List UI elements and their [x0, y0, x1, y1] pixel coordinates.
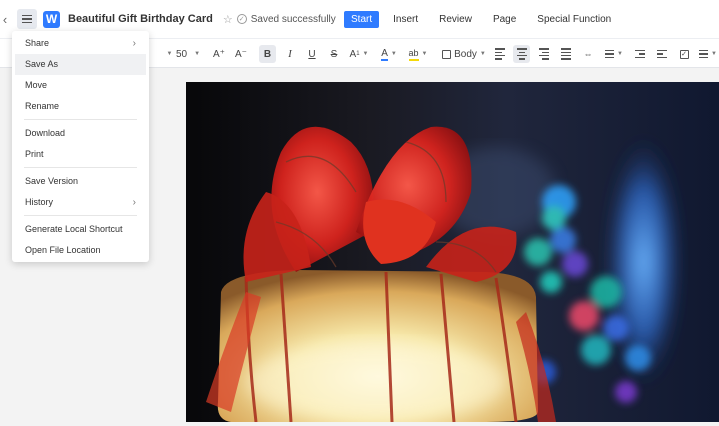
align-center-button[interactable]: [513, 45, 530, 63]
font-color-button[interactable]: A ▼: [378, 45, 400, 63]
highlight-icon: ab: [408, 48, 419, 61]
underline-button[interactable]: U: [304, 45, 320, 63]
chevron-down-icon: ▼: [390, 51, 397, 57]
ribbon-tabs: Start Insert Review Page Special Functio…: [344, 11, 625, 28]
menu-item-save-version[interactable]: Save Version: [12, 171, 149, 192]
hamburger-icon: [22, 14, 32, 17]
justify-icon: [561, 48, 571, 60]
line-spacing-icon: [605, 50, 615, 58]
superscript-button[interactable]: A 1 ▼: [348, 45, 370, 63]
align-center-icon: [516, 48, 527, 60]
font-family-dropdown[interactable]: ▼: [163, 45, 173, 63]
menu-item-label: Rename: [25, 101, 60, 111]
menu-item-label: Save As: [25, 59, 59, 69]
chevron-down-icon: ▼: [194, 51, 201, 57]
tab-special-function[interactable]: Special Function: [530, 11, 618, 28]
back-icon[interactable]: ‹: [0, 12, 10, 27]
bullet-list-button[interactable]: ▼: [698, 45, 718, 63]
font-color-icon: A: [381, 47, 388, 61]
menu-item-label: Move: [25, 80, 48, 90]
menu-item-open-file-location[interactable]: Open File Location: [12, 240, 149, 261]
chevron-right-icon: ›: [132, 197, 136, 208]
chevron-down-icon: ▼: [421, 51, 428, 57]
tab-insert[interactable]: Insert: [386, 11, 425, 28]
italic-button[interactable]: I: [282, 45, 298, 63]
superscript-icon: A: [349, 48, 357, 60]
menu-item-share[interactable]: Share ›: [12, 33, 149, 54]
menu-divider: [24, 167, 137, 168]
menu-divider: [24, 119, 137, 120]
menu-item-label: Share: [25, 38, 50, 48]
gift-box-photo[interactable]: [186, 82, 719, 422]
document-canvas[interactable]: [186, 82, 719, 422]
distribute-icon: ⇔: [583, 49, 593, 59]
menu-item-label: Save Version: [25, 176, 79, 186]
chevron-down-icon: ▼: [479, 51, 486, 57]
line-spacing-button[interactable]: ▼: [602, 45, 626, 63]
menu-item-label: Download: [25, 128, 66, 138]
menu-item-generate-local-shortcut[interactable]: Generate Local Shortcut: [12, 219, 149, 240]
menu-item-history[interactable]: History ›: [12, 192, 149, 213]
chevron-down-icon: ▼: [362, 51, 369, 57]
checkbox-icon: ✓: [679, 49, 689, 59]
menu-item-label: Generate Local Shortcut: [25, 224, 123, 234]
style-icon: [442, 49, 452, 59]
align-right-button[interactable]: [536, 45, 552, 63]
tab-start[interactable]: Start: [344, 11, 380, 28]
outdent-icon: [635, 50, 645, 58]
increase-indent-button[interactable]: [654, 45, 670, 63]
checklist-button[interactable]: ✓: [676, 45, 692, 63]
distributed-align-button[interactable]: ⇔: [580, 45, 596, 63]
chevron-right-icon: ›: [132, 38, 136, 49]
save-status: Saved successfully: [250, 13, 336, 25]
tab-review[interactable]: Review: [432, 11, 479, 28]
chevron-down-icon: ▼: [617, 51, 623, 57]
font-size-dropdown[interactable]: 50 ▼: [176, 45, 206, 63]
indent-icon: [657, 50, 667, 58]
align-right-icon: [539, 48, 549, 60]
justify-button[interactable]: [558, 45, 574, 63]
app-logo-icon: W: [43, 10, 60, 28]
menu-item-label: History: [25, 197, 54, 207]
check-circle-icon: ✓: [236, 14, 247, 24]
document-title[interactable]: Beautiful Gift Birthday Card: [68, 13, 213, 25]
menu-item-label: Open File Location: [25, 245, 101, 255]
bold-button[interactable]: B: [259, 45, 276, 63]
paragraph-style-value: Body: [454, 48, 477, 60]
align-left-button[interactable]: [492, 45, 508, 63]
paragraph-style-dropdown[interactable]: Body ▼: [442, 45, 486, 63]
menu-divider: [24, 215, 137, 216]
font-size-value: 50: [176, 48, 188, 60]
chevron-down-icon: ▼: [711, 51, 717, 57]
menu-item-save-as[interactable]: Save As: [15, 54, 146, 75]
highlight-button[interactable]: ab ▼: [406, 45, 430, 63]
menu-item-rename[interactable]: Rename: [12, 96, 149, 117]
menu-item-move[interactable]: Move: [12, 75, 149, 96]
chevron-down-icon: ▼: [166, 51, 173, 57]
tab-page[interactable]: Page: [486, 11, 523, 28]
decrease-font-button[interactable]: A⁻: [233, 45, 249, 63]
bullet-list-icon: [699, 50, 709, 58]
star-icon[interactable]: ☆: [223, 13, 233, 26]
menu-item-download[interactable]: Download: [12, 123, 149, 144]
align-left-icon: [495, 48, 505, 60]
increase-font-button[interactable]: A⁺: [211, 45, 227, 63]
decrease-indent-button[interactable]: [632, 45, 648, 63]
menu-item-print[interactable]: Print: [12, 144, 149, 165]
file-menu-button[interactable]: [17, 9, 37, 29]
menu-item-label: Print: [25, 149, 44, 159]
strikethrough-button[interactable]: S: [326, 45, 342, 63]
file-dropdown-menu: Share › Save As Move Rename Download Pri…: [12, 31, 149, 262]
